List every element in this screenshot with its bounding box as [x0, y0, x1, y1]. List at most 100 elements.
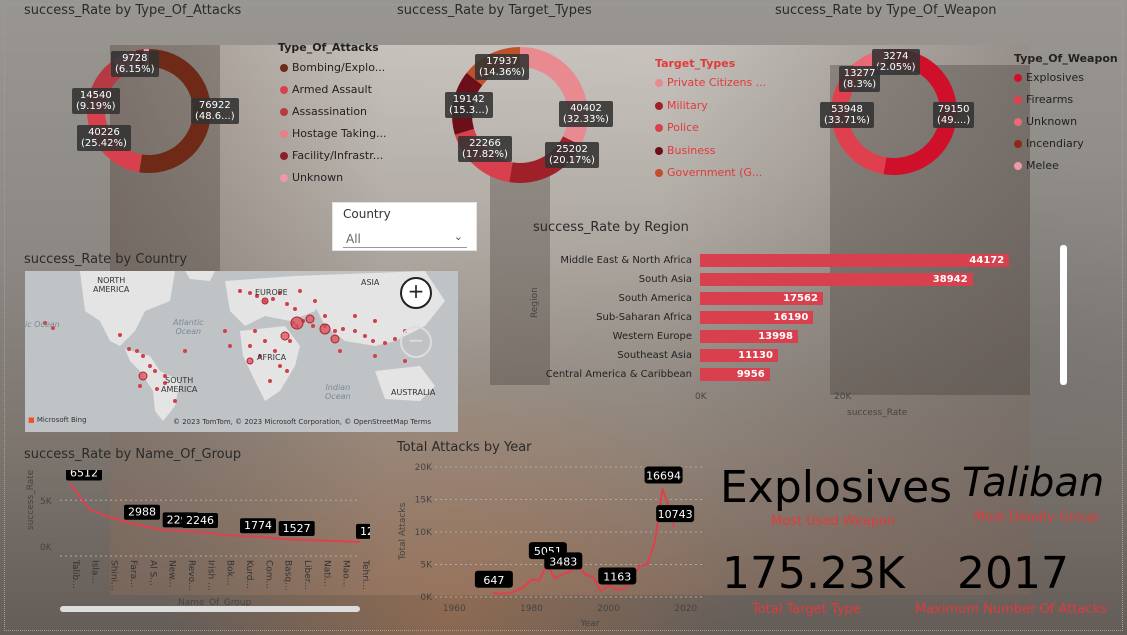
- map-bubble[interactable]: [173, 399, 177, 403]
- map-bubble[interactable]: [153, 369, 157, 373]
- map-bubble[interactable]: [373, 354, 377, 358]
- map-bubble[interactable]: [373, 319, 377, 323]
- map-bubble[interactable]: [290, 316, 304, 330]
- map-bubble[interactable]: [278, 364, 282, 368]
- legend-label: Unknown: [1026, 115, 1078, 128]
- series-line[interactable]: [69, 482, 361, 543]
- legend-title: Target_Types: [655, 57, 736, 70]
- map-bubble[interactable]: [333, 329, 337, 333]
- country-dropdown[interactable]: All ⌄: [343, 227, 467, 248]
- map-bubble[interactable]: [298, 289, 302, 293]
- map-bubble[interactable]: [141, 354, 145, 358]
- country-slicer[interactable]: Country All ⌄: [332, 202, 477, 251]
- data-label: 6512: [70, 470, 98, 479]
- legend-item[interactable]: Unknown: [1014, 115, 1077, 128]
- bar-value-label: 9956: [736, 369, 765, 380]
- map-bubble[interactable]: [285, 302, 289, 306]
- map-bubble[interactable]: [228, 344, 232, 348]
- x-tick: Revo...: [186, 560, 196, 591]
- legend-item[interactable]: Explosives: [1014, 71, 1084, 84]
- kpi-label: Total Target Type: [752, 602, 861, 617]
- map-bubble[interactable]: [383, 341, 387, 345]
- map-attribution[interactable]: © 2023 TomTom, © 2023 Microsoft Corporat…: [173, 418, 431, 426]
- legend-item[interactable]: Hostage Taking...: [280, 127, 387, 140]
- map-bubble[interactable]: [148, 364, 152, 368]
- map-bubble[interactable]: [138, 371, 148, 381]
- map-bubble[interactable]: [341, 327, 345, 331]
- map-bubble[interactable]: [238, 289, 242, 293]
- legend-item[interactable]: Military: [655, 99, 708, 112]
- map-bubble[interactable]: [223, 329, 227, 333]
- zoom-in-button[interactable]: +: [400, 277, 432, 309]
- legend-item[interactable]: Incendiary: [1014, 137, 1084, 150]
- map-bubble[interactable]: [323, 314, 327, 318]
- country-map[interactable]: NORTH AMERICA EUROPE ASIA AFRICA SOUTH A…: [25, 271, 458, 432]
- map-bubble[interactable]: [338, 349, 342, 353]
- map-bubble[interactable]: [305, 314, 315, 324]
- data-label: 2246: [186, 514, 214, 527]
- map-bubble[interactable]: [118, 333, 122, 337]
- weapon-chart-title: success_Rate by Type_Of_Weapon: [775, 3, 997, 18]
- map-bubble[interactable]: [183, 349, 187, 353]
- map-bubble[interactable]: [253, 329, 257, 333]
- map-bubble[interactable]: [311, 324, 315, 328]
- map-bubble[interactable]: [393, 337, 397, 341]
- map-bubble[interactable]: [293, 307, 297, 311]
- map-bubble[interactable]: [127, 347, 131, 351]
- legend-item[interactable]: Private Citizens ...: [655, 76, 766, 89]
- bar-value-label: 11130: [738, 350, 773, 361]
- x-tick: 1980: [520, 604, 543, 614]
- map-bubble[interactable]: [353, 314, 357, 318]
- year-line-chart[interactable]: 20K15K10K5K0K1960 1980 2000 2020Year6475051…: [410, 455, 710, 630]
- map-bubble[interactable]: [135, 349, 139, 353]
- map-bubble[interactable]: [268, 379, 272, 383]
- map-bubble[interactable]: [285, 369, 289, 373]
- legend-item[interactable]: Facility/Infrastr...: [280, 149, 383, 162]
- map-bubble[interactable]: [353, 329, 357, 333]
- group-line-chart[interactable]: 6512298822982246177415271265Talib...Isla…: [60, 470, 370, 600]
- horizontal-scrollbar[interactable]: [60, 606, 360, 612]
- map-bubble[interactable]: [313, 299, 317, 303]
- map-label: Indian Ocean: [325, 383, 351, 401]
- legend-marker: [1014, 118, 1022, 126]
- map-label: AUSTRALIA: [391, 388, 436, 397]
- legend-item[interactable]: Bombing/Explo...: [280, 61, 385, 74]
- data-label: 40226 (25.42%): [77, 125, 131, 151]
- map-bubble[interactable]: [261, 297, 269, 305]
- legend-item[interactable]: Unknown: [280, 171, 343, 184]
- legend-marker: [280, 152, 288, 160]
- legend-item[interactable]: Melee: [1014, 159, 1059, 172]
- map-bubble[interactable]: [403, 359, 407, 363]
- data-label: 2988: [128, 506, 156, 519]
- legend-item[interactable]: Assassination: [280, 105, 367, 118]
- legend-item[interactable]: Armed Assault: [280, 83, 372, 96]
- legend-item[interactable]: Firearms: [1014, 93, 1073, 106]
- x-tick: Talib...: [70, 559, 80, 589]
- map-title: success_Rate by Country: [24, 252, 188, 267]
- x-tick: Kurd...: [244, 560, 254, 589]
- map-bubble[interactable]: [271, 297, 275, 301]
- map-bubble[interactable]: [371, 339, 375, 343]
- map-bubble[interactable]: [363, 334, 367, 338]
- donut-slice[interactable]: [520, 46, 588, 146]
- legend-item[interactable]: Police: [655, 121, 699, 134]
- map-bubble[interactable]: [263, 339, 267, 343]
- map-bubble[interactable]: [248, 291, 252, 295]
- map-bubble[interactable]: [330, 334, 340, 344]
- map-bubble[interactable]: [280, 331, 290, 341]
- scrollbar[interactable]: [1060, 245, 1067, 385]
- map-bubble[interactable]: [246, 357, 254, 365]
- map-bubble[interactable]: [155, 387, 159, 391]
- map-bubble[interactable]: [288, 339, 292, 343]
- map-bubble[interactable]: [138, 384, 142, 388]
- x-tick: Com...: [263, 560, 273, 589]
- zoom-out-button[interactable]: −: [400, 326, 432, 358]
- series-line[interactable]: [492, 488, 676, 595]
- legend-item[interactable]: Business: [655, 144, 716, 157]
- map-label: SOUTH AMERICA: [161, 376, 198, 394]
- legend-marker: [655, 169, 663, 177]
- legend-marker: [1014, 162, 1022, 170]
- legend-item[interactable]: Government (G...: [655, 166, 762, 179]
- map-bubble[interactable]: [319, 323, 331, 335]
- map-bubble[interactable]: [248, 344, 252, 348]
